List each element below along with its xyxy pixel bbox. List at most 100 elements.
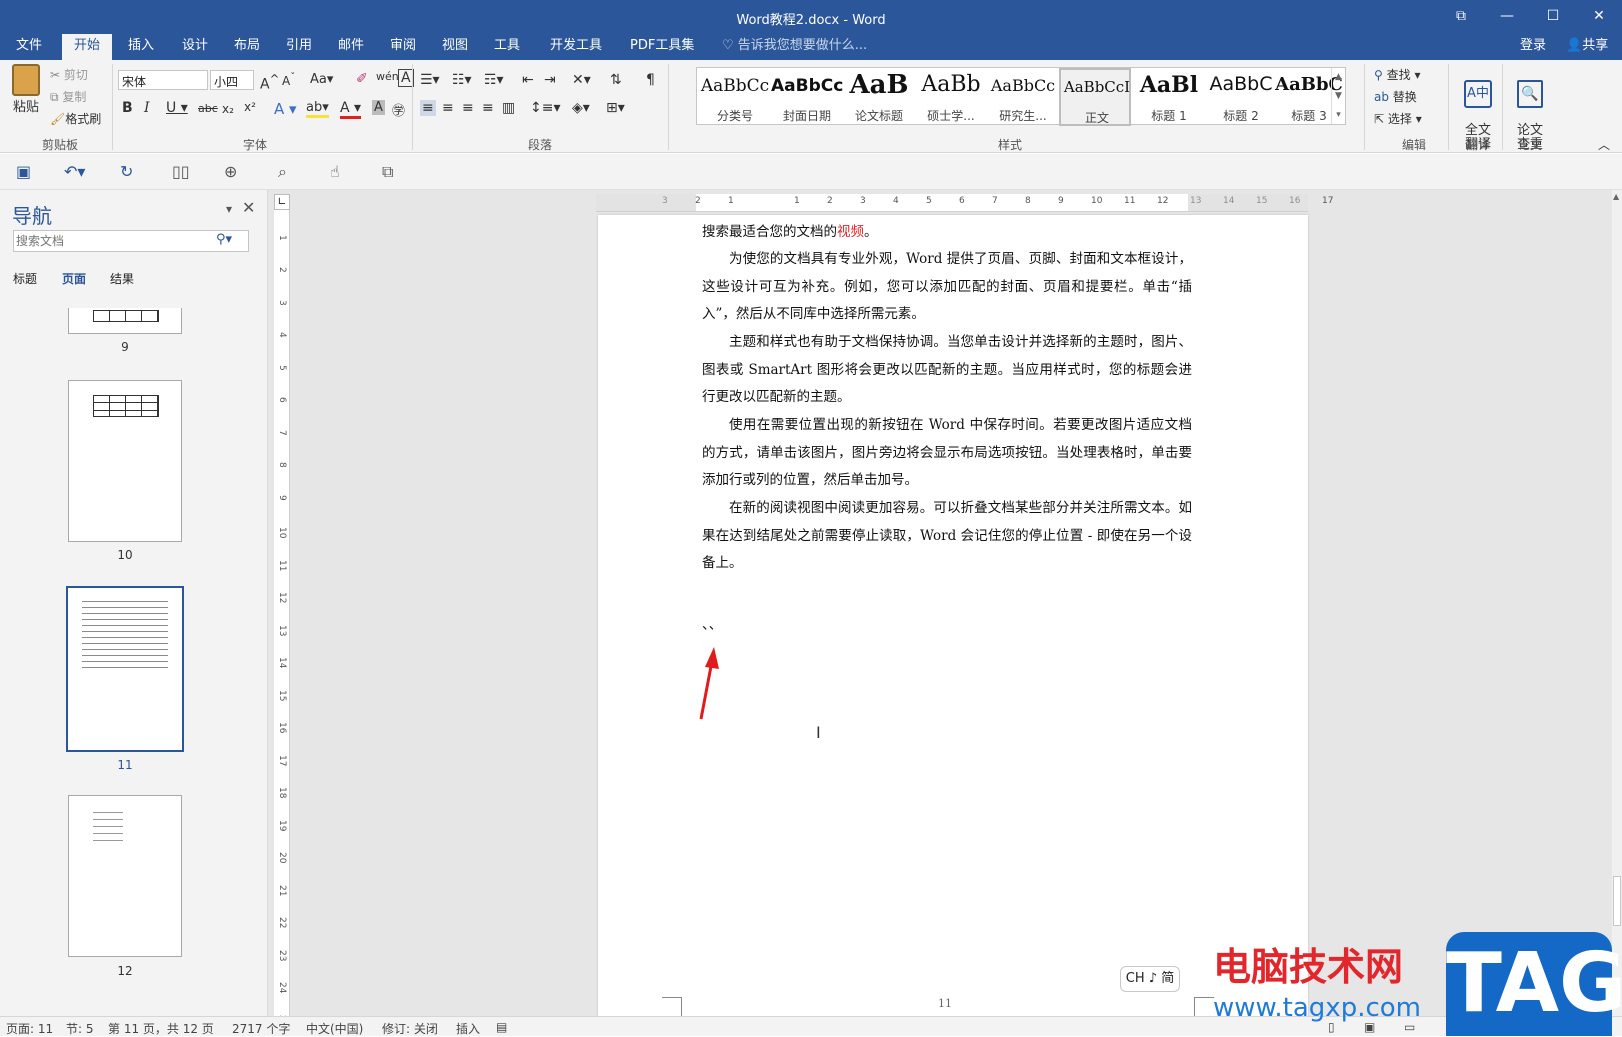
tab-design[interactable]: 设计 — [172, 34, 218, 60]
read-mode-icon[interactable]: ▯▯ — [172, 162, 190, 181]
bold-icon[interactable]: B — [122, 100, 133, 116]
paragraph[interactable]: 在新的阅读视图中阅读更加容易。可以折叠文档某些部分并关注所需文本。如果在达到结尾… — [702, 495, 1192, 578]
paste-button[interactable]: 粘贴 — [8, 64, 44, 124]
horizontal-ruler[interactable]: 3211234567891011121314151617 — [596, 194, 1333, 212]
replace-button[interactable]: ab 替换 — [1374, 88, 1417, 105]
maximize-button[interactable]: ☐ — [1530, 0, 1576, 34]
nav-tab-pages[interactable]: 页面 — [62, 270, 86, 287]
vertical-scrollbar[interactable]: ▲ — [1612, 190, 1622, 1023]
punctuation-marks[interactable]: 、、 — [702, 612, 1192, 640]
tab-pdf-tools[interactable]: PDF工具集 — [620, 34, 704, 60]
find-button[interactable]: ⚲ 查找 ▾ — [1374, 66, 1420, 83]
align-right-icon[interactable]: ≡ — [462, 100, 474, 116]
clear-formatting-icon[interactable]: ✐ — [356, 71, 368, 87]
chinese-layout-icon[interactable]: ✕▾ — [572, 72, 591, 88]
insert-mode-indicator[interactable]: 插入 — [456, 1020, 480, 1037]
underline-icon[interactable]: U ▾ — [166, 100, 188, 116]
nav-tab-headings[interactable]: 标题 — [13, 270, 37, 287]
style-item[interactable]: AaBbCc 研究生... — [987, 68, 1059, 126]
search-input[interactable] — [16, 232, 206, 250]
numbering-icon[interactable]: ☷▾ — [452, 72, 472, 88]
style-item-selected[interactable]: AaBbCcI 正文 — [1059, 68, 1131, 126]
style-item[interactable]: AaBbC 标题 2 — [1205, 68, 1277, 126]
justify-icon[interactable]: ≡ — [482, 100, 494, 116]
grow-font-icon[interactable]: A^ — [260, 72, 279, 93]
style-item[interactable]: AaBbCc 封面日期 — [771, 68, 843, 126]
document-page[interactable]: 搜索最适合您的文档的视频。 为使您的文档具有专业外观，Word 提供了页眉、页脚… — [598, 215, 1308, 1023]
line-spacing-icon[interactable]: ↕≡▾ — [530, 100, 561, 116]
print-preview-icon[interactable]: ⌕ — [278, 162, 287, 182]
page-thumbnail-9[interactable] — [68, 308, 182, 334]
paragraph[interactable]: 主题和样式也有助于文档保持协调。当您单击设计并选择新的主题时，图片、图表或 Sm… — [702, 329, 1192, 412]
increase-indent-icon[interactable]: ⇥ — [544, 72, 556, 88]
page-thumbnail-11[interactable] — [66, 586, 184, 752]
macro-icon[interactable]: ▤ — [496, 1020, 507, 1034]
minimize-button[interactable]: — — [1484, 0, 1530, 34]
highlight-color-icon[interactable]: ab▾ — [306, 100, 329, 118]
paragraph[interactable]: 为使您的文档具有专业外观，Word 提供了页眉、页脚、封面和文本框设计，这些设计… — [702, 246, 1192, 329]
multilevel-list-icon[interactable]: ☶▾ — [484, 72, 504, 88]
language-indicator[interactable]: 中文(中国) — [306, 1020, 363, 1037]
borders-icon[interactable]: ⊞▾ — [606, 100, 625, 116]
tab-developer[interactable]: 开发工具 — [540, 34, 612, 60]
customize-icon[interactable]: ⧉ — [382, 162, 393, 182]
page-indicator[interactable]: 页面: 11 — [6, 1020, 53, 1037]
paragraph[interactable]: 搜索最适合您的文档的视频。 — [702, 219, 1192, 247]
save-icon[interactable]: ▣ — [16, 162, 31, 181]
touch-mode-icon[interactable]: ☝ — [330, 162, 340, 181]
change-case-icon[interactable]: Aa▾ — [310, 72, 333, 87]
styles-gallery[interactable]: AaBbCc 分类号 AaBbCc 封面日期 AaB 论文标题 AaBb 硕士学... … — [696, 67, 1346, 126]
tab-home[interactable]: 开始 — [62, 34, 112, 60]
align-center-icon[interactable]: ≡ — [442, 100, 454, 116]
search-icon[interactable]: ⚲▾ — [216, 232, 232, 247]
tab-review[interactable]: 审阅 — [380, 34, 426, 60]
tab-mailings[interactable]: 邮件 — [328, 34, 374, 60]
share-button[interactable]: 👤共享 — [1556, 34, 1618, 60]
distributed-icon[interactable]: ▥ — [502, 100, 515, 116]
character-shading-icon[interactable]: A — [372, 100, 385, 115]
undo-icon[interactable]: ↶▾ — [64, 162, 85, 181]
italic-icon[interactable]: I — [144, 100, 150, 116]
font-color-icon[interactable]: A ▾ — [340, 100, 362, 119]
word-count[interactable]: 2717 个字 — [232, 1020, 290, 1037]
chevron-down-icon[interactable]: ▾ — [226, 202, 232, 216]
close-icon[interactable]: ✕ — [242, 198, 255, 217]
tab-selector-icon[interactable]: ∟ — [274, 194, 290, 210]
tab-references[interactable]: 引用 — [276, 34, 322, 60]
page-thumbnail-12[interactable] — [68, 795, 182, 957]
align-left-icon[interactable]: ≡ — [420, 100, 436, 116]
format-painter-button[interactable]: 🖌格式刷 — [50, 110, 101, 127]
superscript-icon[interactable]: x² — [244, 100, 256, 114]
vertical-ruler[interactable]: 1234567891011121314151617181920212223242… — [274, 210, 290, 1026]
cut-button[interactable]: ✂ 剪切 — [50, 66, 88, 83]
style-item[interactable]: AaBl 标题 1 — [1133, 68, 1205, 126]
select-button[interactable]: ⇱ 选择 ▾ — [1374, 110, 1422, 127]
ribbon-display-options-icon[interactable]: ⧉ — [1438, 0, 1484, 34]
close-button[interactable]: ✕ — [1576, 0, 1622, 34]
scroll-up-icon[interactable]: ▲ — [1613, 192, 1619, 201]
phonetic-guide-icon[interactable]: wén — [376, 70, 399, 83]
web-layout-icon[interactable]: ⊕ — [224, 162, 237, 181]
font-size-combo[interactable]: 小四 — [210, 70, 254, 90]
page-count[interactable]: 第 11 页，共 12 页 — [108, 1020, 214, 1037]
shrink-font-icon[interactable]: Aˇ — [282, 72, 295, 88]
tab-layout[interactable]: 布局 — [224, 34, 270, 60]
tab-insert[interactable]: 插入 — [118, 34, 164, 60]
copy-button[interactable]: ⧉ 复制 — [50, 88, 86, 105]
page-thumbnail-10[interactable] — [68, 380, 182, 542]
nav-tab-results[interactable]: 结果 — [110, 270, 134, 287]
paragraph[interactable]: 使用在需要位置出现的新按钮在 Word 中保存时间。若要更改图片适应文档的方式，… — [702, 412, 1192, 495]
redo-icon[interactable]: ↻ — [120, 162, 133, 181]
strikethrough-icon[interactable]: abc — [198, 102, 218, 115]
ime-indicator[interactable]: CH ♪ 简 — [1120, 966, 1180, 992]
decrease-indent-icon[interactable]: ⇤ — [522, 72, 534, 88]
track-changes-indicator[interactable]: 修订: 关闭 — [382, 1020, 438, 1037]
text-effects-icon[interactable]: A ▾ — [274, 100, 297, 118]
show-marks-icon[interactable]: ¶ — [646, 72, 655, 88]
tab-file[interactable]: 文件 — [6, 34, 52, 60]
tab-view[interactable]: 视图 — [432, 34, 478, 60]
nav-search-box[interactable]: ⚲▾ — [13, 230, 249, 252]
enclose-characters-icon[interactable]: ㊫ — [392, 100, 405, 119]
bullets-icon[interactable]: ☰▾ — [420, 72, 440, 88]
collapse-ribbon-icon[interactable]: ︿ — [1598, 136, 1610, 153]
